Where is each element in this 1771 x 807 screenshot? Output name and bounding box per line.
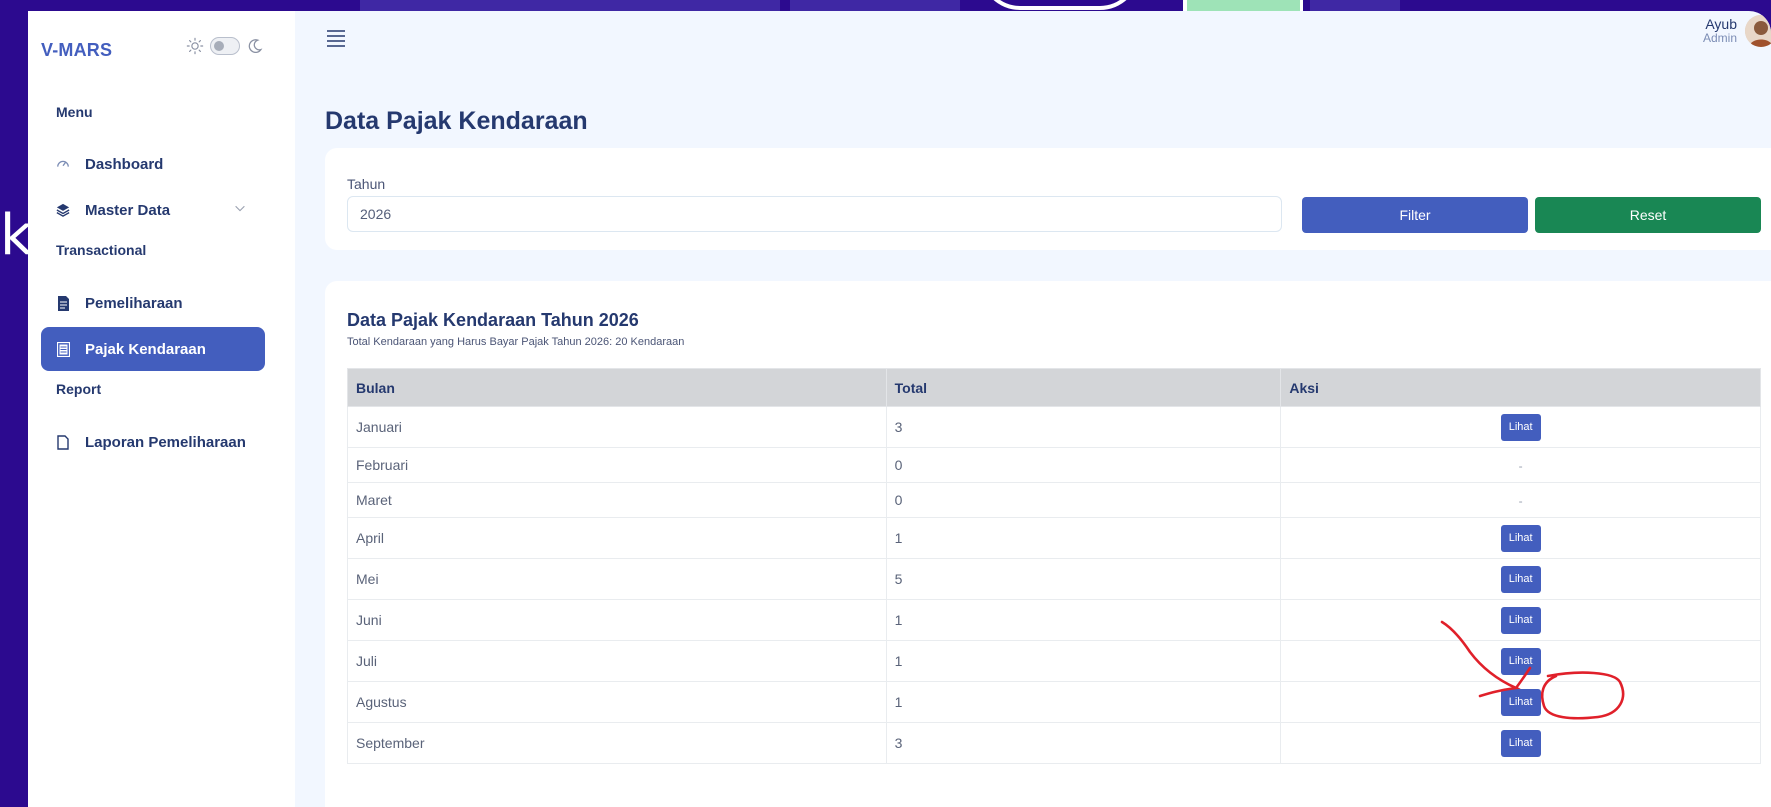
cell-aksi: Lihat [1280, 640, 1761, 682]
sidebar-item-master-data[interactable]: Master Data [41, 188, 265, 232]
sidebar-item-label: Pajak Kendaraan [85, 340, 206, 358]
user-name: Ayub [1705, 16, 1737, 33]
avatar[interactable] [1745, 15, 1771, 47]
cell-total: 1 [885, 517, 1282, 559]
hamburger-menu-icon[interactable] [325, 27, 347, 49]
table-row: Juli 1 Lihat [347, 640, 1761, 682]
tahun-input[interactable]: 2026 [347, 196, 1282, 232]
cell-bulan: April [347, 517, 887, 559]
cell-aksi: Lihat [1280, 517, 1761, 559]
lihat-button[interactable]: Lihat [1500, 413, 1541, 441]
table-row: September 3 Lihat [347, 722, 1761, 764]
cell-aksi: - [1280, 482, 1761, 518]
theme-toggle [186, 37, 264, 55]
sun-icon [186, 37, 204, 55]
speedometer-icon [55, 156, 71, 172]
lihat-button[interactable]: Lihat [1500, 565, 1541, 593]
table-card: Data Pajak Kendaraan Tahun 2026 Total Ke… [325, 281, 1771, 807]
table-row: April 1 Lihat [347, 517, 1761, 559]
sidebar-item-label: Master Data [85, 201, 171, 219]
table-header-row: Bulan Total Aksi [347, 368, 1761, 407]
stack-icon [55, 202, 71, 218]
backdrop-stripe [790, 0, 960, 11]
backdrop-stripe [1310, 0, 1400, 11]
cell-total: 3 [885, 406, 1282, 448]
cell-total: 5 [885, 558, 1282, 600]
cell-total: 0 [885, 447, 1282, 483]
table-card-subtitle: Total Kendaraan yang Harus Bayar Pajak T… [347, 336, 685, 348]
backdrop-curve [980, 0, 1140, 10]
reset-button[interactable]: Reset [1535, 197, 1761, 233]
filter-card: Tahun 2026 Filter Reset [325, 148, 1771, 250]
page-title: Data Pajak Kendaraan [325, 107, 588, 135]
cell-aksi: - [1280, 447, 1761, 483]
cell-aksi: Lihat [1280, 558, 1761, 600]
moon-icon [248, 39, 263, 54]
switch-knob [214, 41, 224, 51]
cell-bulan: Juni [347, 599, 887, 641]
cell-aksi: Lihat [1280, 722, 1761, 764]
sidebar-item-label: Pemeliharaan [85, 294, 183, 312]
filter-button[interactable]: Filter [1302, 197, 1528, 233]
cell-aksi: Lihat [1280, 599, 1761, 641]
column-header-total: Total [885, 368, 1282, 407]
backdrop-stripe [360, 0, 780, 11]
cell-bulan: Februari [347, 447, 887, 483]
sidebar-item-pajak-kendaraan[interactable]: Pajak Kendaraan [41, 327, 265, 371]
chevron-down-icon[interactable] [233, 201, 247, 215]
pajak-table: Bulan Total Aksi Januari 3 Lihat Februar… [347, 368, 1761, 764]
cell-bulan: Agustus [347, 681, 887, 723]
lihat-button[interactable]: Lihat [1500, 729, 1541, 757]
journal-icon [55, 341, 71, 357]
tahun-label: Tahun [347, 176, 386, 192]
cell-bulan: Juli [347, 640, 887, 682]
sidebar-item-label: Dashboard [85, 155, 164, 173]
column-header-bulan: Bulan [347, 368, 887, 407]
user-menu[interactable]: Ayub Admin [1703, 15, 1771, 47]
cell-aksi: Lihat [1280, 406, 1761, 448]
sidebar-item-label: Laporan Pemeliharaan [85, 433, 246, 451]
user-role: Admin [1702, 31, 1737, 46]
table-row: Februari 0 - [347, 447, 1761, 483]
brand-logo[interactable]: V-MARS [41, 40, 112, 61]
lihat-button[interactable]: Lihat [1500, 524, 1541, 552]
sidebar-section-menu: Menu [56, 104, 93, 120]
sidebar-item-dashboard[interactable]: Dashboard [41, 142, 265, 186]
no-action-dash: - [1518, 459, 1523, 473]
cell-total: 1 [885, 681, 1282, 723]
cell-total: 3 [885, 722, 1282, 764]
cell-total: 1 [885, 640, 1282, 682]
main-content: Ayub Admin Data Pajak Kendaraan Tahun 20… [295, 11, 1771, 807]
lihat-button[interactable]: Lihat [1500, 688, 1541, 716]
file-text-icon [55, 295, 71, 311]
table-row: Maret 0 - [347, 482, 1761, 518]
sidebar: V-MARS Menu Dashboard Master Data Transa… [28, 11, 295, 807]
sidebar-section-transactional: Transactional [56, 242, 147, 258]
sidebar-section-report: Report [56, 381, 102, 397]
user-info: Ayub Admin [1703, 16, 1737, 46]
sidebar-item-laporan-pemeliharaan[interactable]: Laporan Pemeliharaan [41, 420, 265, 464]
app-window: V-MARS Menu Dashboard Master Data Transa… [28, 11, 1771, 807]
lihat-button-juli[interactable]: Lihat [1500, 647, 1541, 675]
file-icon [55, 434, 71, 450]
lihat-button[interactable]: Lihat [1500, 606, 1541, 634]
sidebar-item-pemeliharaan[interactable]: Pemeliharaan [41, 281, 265, 325]
cell-bulan: Januari [347, 406, 887, 448]
cell-aksi: Lihat [1280, 681, 1761, 723]
dark-mode-switch[interactable] [210, 37, 240, 55]
table-row: Januari 3 Lihat [347, 406, 1761, 448]
sidebar-header: V-MARS [41, 35, 281, 65]
cell-total: 0 [885, 482, 1282, 518]
cell-bulan: September [347, 722, 887, 764]
no-action-dash: - [1518, 494, 1523, 508]
backdrop-green-block [1183, 0, 1303, 11]
column-header-aksi: Aksi [1280, 368, 1761, 407]
cell-bulan: Maret [347, 482, 887, 518]
table-row: Agustus 1 Lihat [347, 681, 1761, 723]
table-row: Juni 1 Lihat [347, 599, 1761, 641]
table-card-title: Data Pajak Kendaraan Tahun 2026 [347, 310, 639, 330]
table-row: Mei 5 Lihat [347, 558, 1761, 600]
cell-bulan: Mei [347, 558, 887, 600]
cell-total: 1 [885, 599, 1282, 641]
